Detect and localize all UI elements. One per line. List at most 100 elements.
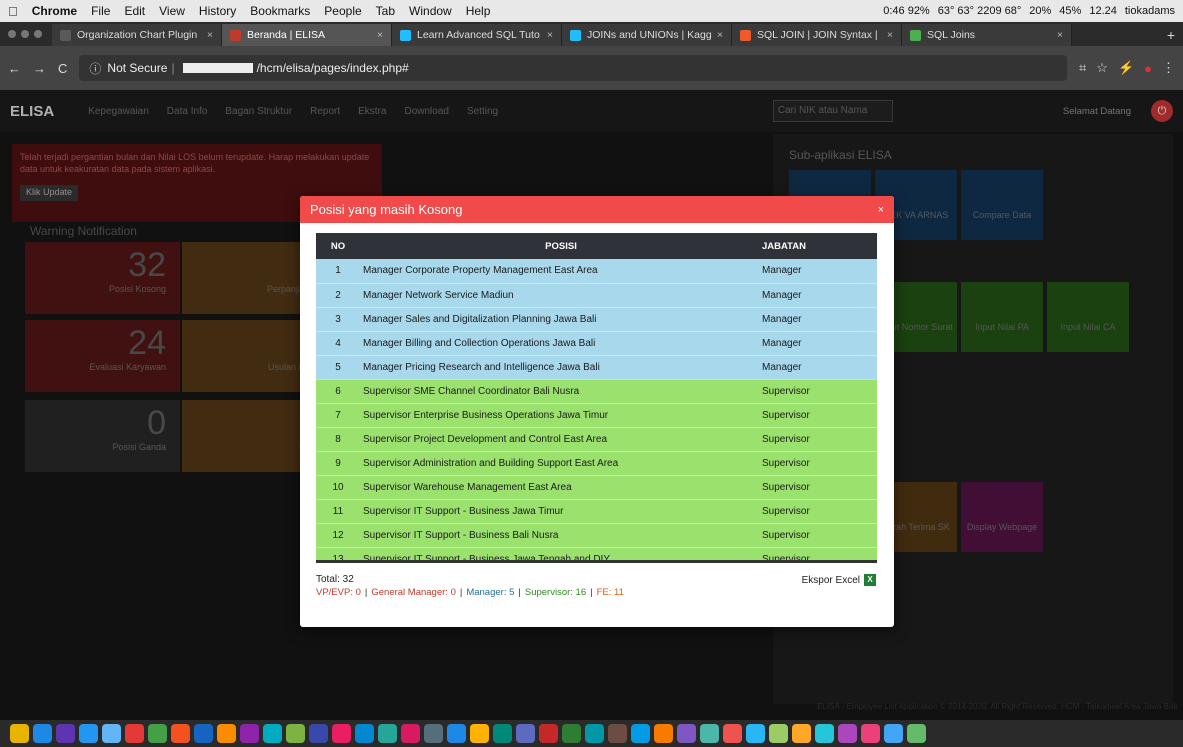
dock-app-icon[interactable] (884, 724, 903, 743)
menu-item-window[interactable]: Window (409, 4, 452, 18)
menu-item-tab[interactable]: Tab (376, 4, 395, 18)
extension-icon[interactable]: ⚡ (1118, 60, 1134, 76)
dock-app-icon[interactable] (148, 724, 167, 743)
dock-app-icon[interactable] (102, 724, 121, 743)
star-icon[interactable]: ☆ (1096, 60, 1108, 76)
browser-tab[interactable]: Learn Advanced SQL Tuto × (392, 24, 562, 46)
dock-app-icon[interactable] (585, 724, 604, 743)
menu-item-edit[interactable]: Edit (124, 4, 145, 18)
close-tab-icon[interactable]: × (377, 29, 383, 41)
column-header-posisi[interactable]: POSISI (360, 233, 762, 259)
export-excel-button[interactable]: Ekspor Excel X (802, 574, 876, 586)
translate-icon[interactable]: ⌗ (1079, 60, 1086, 76)
dock-app-icon[interactable] (539, 724, 558, 743)
menu-item-history[interactable]: History (199, 4, 236, 18)
dock-app-icon[interactable] (263, 724, 282, 743)
status-item[interactable]: tiokadams (1125, 5, 1175, 17)
menu-item-help[interactable]: Help (466, 4, 491, 18)
dock-app-icon[interactable] (516, 724, 535, 743)
back-icon[interactable]: ← (8, 61, 21, 76)
dock-app-icon[interactable] (861, 724, 880, 743)
close-tab-icon[interactable]: × (207, 29, 213, 41)
dock-app-icon[interactable] (654, 724, 673, 743)
dock-app-icon[interactable] (79, 724, 98, 743)
dock-app-icon[interactable] (792, 724, 811, 743)
close-tab-icon[interactable]: × (717, 29, 723, 41)
dock-app-icon[interactable] (332, 724, 351, 743)
dock-app-icon[interactable] (677, 724, 696, 743)
dock-app-icon[interactable] (723, 724, 742, 743)
menu-item-people[interactable]: People (324, 4, 361, 18)
new-tab-icon[interactable]: + (1167, 27, 1175, 43)
status-item[interactable]: 0:46 92% (883, 5, 929, 17)
menu-item-chrome[interactable]: Chrome (32, 4, 77, 18)
dock-app-icon[interactable] (631, 724, 650, 743)
dock-app-icon[interactable] (907, 724, 926, 743)
apple-icon[interactable]:  (8, 4, 18, 19)
table-row[interactable]: 2 Manager Network Service Madiun Manager (316, 283, 877, 308)
browser-tab[interactable]: SQL Joins × (902, 24, 1072, 46)
menu-icon[interactable]: ⋮ (1162, 60, 1175, 76)
table-row[interactable]: 7 Supervisor Enterprise Business Operatio… (316, 403, 877, 428)
close-icon[interactable]: × (878, 204, 884, 216)
table-row[interactable]: 10 Supervisor Warehouse Management East A… (316, 475, 877, 500)
dock-app-icon[interactable] (217, 724, 236, 743)
url-field[interactable]: ⓘ Not Secure | /hcm/elisa/pages/index.ph… (79, 55, 1067, 81)
status-item[interactable]: 63° 63° 2209 68° (938, 5, 1022, 17)
dock-app-icon[interactable] (171, 724, 190, 743)
status-item[interactable]: 12.24 (1089, 5, 1117, 17)
table-row[interactable]: 6 Supervisor SME Channel Coordinator Bali… (316, 379, 877, 404)
dock-app-icon[interactable] (240, 724, 259, 743)
table-row[interactable]: 12 Supervisor IT Support - Business Bali … (316, 523, 877, 548)
browser-tab[interactable]: SQL JOIN | JOIN Syntax | × (732, 24, 902, 46)
dock-app-icon[interactable] (194, 724, 213, 743)
dock-app-icon[interactable] (355, 724, 374, 743)
menu-item-file[interactable]: File (91, 4, 110, 18)
dock-app-icon[interactable] (33, 724, 52, 743)
dock-app-icon[interactable] (125, 724, 144, 743)
dock-app-icon[interactable] (424, 724, 443, 743)
menu-item-bookmarks[interactable]: Bookmarks (250, 4, 310, 18)
close-tab-icon[interactable]: × (887, 29, 893, 41)
status-item[interactable]: 20% (1029, 5, 1051, 17)
dock-app-icon[interactable] (309, 724, 328, 743)
dock-app-icon[interactable] (470, 724, 489, 743)
dock-app-icon[interactable] (700, 724, 719, 743)
dock-app-icon[interactable] (493, 724, 512, 743)
dock-app-icon[interactable] (562, 724, 581, 743)
dock-app-icon[interactable] (378, 724, 397, 743)
table-row[interactable]: 1 Manager Corporate Property Management E… (316, 259, 877, 284)
dock-app-icon[interactable] (447, 724, 466, 743)
browser-tab[interactable]: Beranda | ELISA × (222, 24, 392, 46)
table-row[interactable]: 4 Manager Billing and Collection Operatio… (316, 331, 877, 356)
dock-app-icon[interactable] (746, 724, 765, 743)
menu-item-view[interactable]: View (159, 4, 185, 18)
column-header-no[interactable]: NO (316, 233, 360, 259)
table-row[interactable]: 9 Supervisor Administration and Building … (316, 451, 877, 476)
close-tab-icon[interactable]: × (1057, 29, 1063, 41)
dock-app-icon[interactable] (838, 724, 857, 743)
column-header-jabatan[interactable]: JABATAN (762, 233, 877, 259)
table-row[interactable]: 13 Supervisor IT Support - Business Jawa … (316, 547, 877, 560)
redacted-host (182, 63, 253, 73)
browser-tab[interactable]: Organization Chart Plugin × (52, 24, 222, 46)
reload-icon[interactable]: C (58, 61, 67, 76)
profile-icon[interactable]: ● (1144, 61, 1152, 76)
dock-app-icon[interactable] (10, 724, 29, 743)
browser-tab[interactable]: JOINs and UNIONs | Kagg × (562, 24, 732, 46)
table-row[interactable]: 5 Manager Pricing Research and Intelligen… (316, 355, 877, 380)
close-tab-icon[interactable]: × (547, 29, 553, 41)
dock-app-icon[interactable] (608, 724, 627, 743)
dock-app-icon[interactable] (401, 724, 420, 743)
dock-app-icon[interactable] (769, 724, 788, 743)
dock-app-icon[interactable] (56, 724, 75, 743)
forward-icon[interactable]: → (33, 61, 46, 76)
dock-app-icon[interactable] (815, 724, 834, 743)
positions-table-container[interactable]: NO POSISI JABATAN 1 Manager Corporate Pro… (316, 233, 877, 563)
table-row[interactable]: 8 Supervisor Project Development and Cont… (316, 427, 877, 452)
window-controls[interactable] (8, 30, 42, 38)
dock-app-icon[interactable] (286, 724, 305, 743)
status-item[interactable]: 45% (1059, 5, 1081, 17)
table-row[interactable]: 11 Supervisor IT Support - Business Jawa … (316, 499, 877, 524)
table-row[interactable]: 3 Manager Sales and Digitalization Planni… (316, 307, 877, 332)
